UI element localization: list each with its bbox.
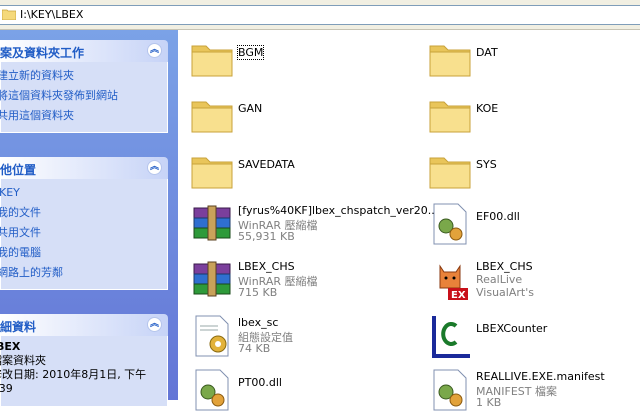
- file-size: 715 KB: [238, 286, 278, 299]
- place-my-documents[interactable]: 我的文件: [0, 203, 167, 223]
- details-time: 02:39: [0, 382, 13, 395]
- task-share-folder[interactable]: 共用這個資料夾: [0, 106, 167, 126]
- file-name: [fyrus%40KF]lbex_chspatch_ver20...: [238, 204, 439, 217]
- folder-icon: [429, 101, 471, 133]
- other-places-list: KEY 我的文件 共用文件 我的電腦 網路上的芳鄰: [0, 179, 168, 290]
- place-key[interactable]: KEY: [0, 183, 167, 203]
- details-title: 詳細資料: [0, 320, 37, 334]
- file-name: LBEX_CHS: [476, 260, 533, 273]
- config-file-icon: [195, 315, 229, 357]
- folder-icon: [429, 157, 471, 189]
- dll-icon: [195, 369, 229, 411]
- realive-cat-icon: EX: [439, 264, 468, 301]
- file-tasks-group: 檔案及資料夾工作 ︽ 建立新的資料夾 將這個資料夾發佈到網站 共用這個資料夾: [0, 40, 168, 133]
- task-publish-web[interactable]: 將這個資料夾發佈到網站: [0, 86, 167, 106]
- collapse-chevron-icon[interactable]: ︽: [147, 160, 162, 175]
- task-pane: 檔案及資料夾工作 ︽ 建立新的資料夾 將這個資料夾發佈到網站 共用這個資料夾 其…: [0, 30, 178, 407]
- details-name: LBEX: [0, 340, 21, 353]
- details-group: 詳細資料 ︽ LBEX 檔案資料夾 修改日期: 2010年8月1日, 下午 02…: [0, 314, 168, 407]
- other-places-group: 其他位置 ︽ KEY 我的文件 共用文件 我的電腦 網路上的芳鄰: [0, 157, 168, 290]
- file-size: 74 KB: [238, 342, 271, 355]
- lbexcounter-icon: [432, 316, 470, 358]
- file-type: RealLive: [476, 273, 523, 286]
- collapse-chevron-icon[interactable]: ︽: [147, 317, 162, 332]
- file-size: 1 KB: [476, 396, 502, 409]
- winrar-icon: [193, 261, 231, 297]
- details-body: LBEX 檔案資料夾 修改日期: 2010年8月1日, 下午 02:39: [0, 336, 168, 407]
- address-field[interactable]: I:\KEY\LBEX: [0, 5, 640, 25]
- manifest-icon: [433, 369, 467, 411]
- file-name: lbex_sc: [238, 316, 279, 329]
- svg-text:EX: EX: [451, 290, 466, 301]
- other-places-header[interactable]: 其他位置 ︽: [0, 157, 168, 179]
- dll-icon: [433, 203, 467, 245]
- address-bar: I:\KEY\LBEX: [0, 0, 640, 30]
- file-tasks-list: 建立新的資料夾 將這個資料夾發佈到網站 共用這個資料夾: [0, 62, 168, 133]
- file-name: REALLIVE.EXE.manifest: [476, 370, 605, 383]
- file-size: VisualArt's: [476, 286, 534, 299]
- task-new-folder[interactable]: 建立新的資料夾: [0, 66, 167, 86]
- file-name: LBEX_CHS: [238, 260, 295, 273]
- details-type: 檔案資料夾: [0, 354, 46, 367]
- file-name: EF00.dll: [476, 210, 520, 223]
- file-name: BGM: [236, 45, 265, 60]
- details-header[interactable]: 詳細資料 ︽: [0, 314, 168, 336]
- place-network[interactable]: 網路上的芳鄰: [0, 263, 167, 283]
- address-path: I:\KEY\LBEX: [20, 8, 84, 21]
- file-name: DAT: [476, 46, 498, 59]
- winrar-icon: [193, 205, 231, 241]
- folder-icon: [191, 101, 233, 133]
- place-shared-documents[interactable]: 共用文件: [0, 223, 167, 243]
- file-name: LBEXCounter: [476, 322, 548, 335]
- file-name: PT00.dll: [238, 376, 282, 389]
- file-tasks-title: 檔案及資料夾工作: [0, 46, 85, 60]
- folder-icon: [2, 9, 16, 20]
- collapse-chevron-icon[interactable]: ︽: [147, 43, 162, 58]
- folder-icon: [429, 45, 471, 77]
- file-size: 55,931 KB: [238, 230, 295, 243]
- file-tasks-header[interactable]: 檔案及資料夾工作 ︽: [0, 40, 168, 62]
- folder-icon: [191, 45, 233, 77]
- file-name: GAN: [238, 102, 263, 115]
- file-name: SYS: [476, 158, 497, 171]
- details-date: 修改日期: 2010年8月1日, 下午: [0, 368, 147, 381]
- other-places-title: 其他位置: [0, 163, 37, 177]
- place-my-computer[interactable]: 我的電腦: [0, 243, 167, 263]
- file-name: KOE: [476, 102, 499, 115]
- file-name: SAVEDATA: [238, 158, 295, 171]
- folder-icon: [191, 157, 233, 189]
